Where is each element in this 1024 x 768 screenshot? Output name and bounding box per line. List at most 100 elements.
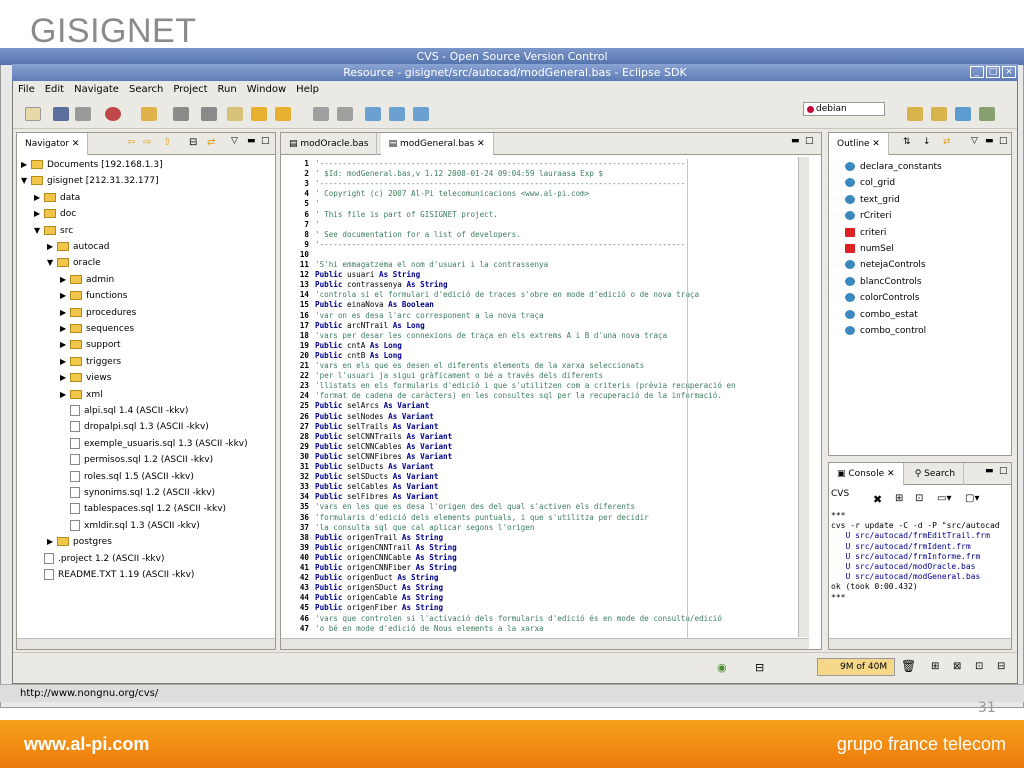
view-menu-icon[interactable]: ▽ <box>231 136 238 146</box>
tree-item[interactable]: ▶ support <box>60 337 121 353</box>
outline-view-menu-icon[interactable]: ▽ <box>971 136 978 146</box>
code-editor[interactable]: 1 '--------------------------------------… <box>283 159 801 635</box>
tree-item[interactable]: ▼ src <box>34 223 73 239</box>
tree-item[interactable]: ▶ autocad <box>47 239 109 255</box>
collapsed-icon[interactable]: ▶ <box>60 387 70 403</box>
pin-console-icon[interactable]: ⊡ <box>915 493 923 504</box>
tree-item[interactable]: ▼ oracle <box>47 255 101 271</box>
menu-help[interactable]: Help <box>291 81 324 98</box>
tree-item[interactable]: README.TXT 1.19 (ASCII -kkv) <box>34 567 194 583</box>
perspective-icon[interactable] <box>907 107 923 121</box>
outline-item[interactable]: blancControls <box>845 274 922 290</box>
collapsed-icon[interactable]: ▶ <box>47 239 57 255</box>
next-annotation-icon[interactable] <box>173 107 189 121</box>
collapsed-icon[interactable]: ▶ <box>60 272 70 288</box>
collapse-all-icon[interactable]: ⊟ <box>189 137 197 148</box>
trash-icon[interactable]: 🗑 <box>901 659 916 673</box>
search-icon[interactable] <box>105 107 121 121</box>
menu-navigate[interactable]: Navigate <box>69 81 124 98</box>
outline-item[interactable]: colorControls <box>845 290 919 306</box>
scroll-lock-icon[interactable]: ⊞ <box>895 493 903 504</box>
compare-icon[interactable] <box>313 107 329 121</box>
outline-item[interactable]: col_grid <box>845 175 895 191</box>
menu-run[interactable]: Run <box>213 81 242 98</box>
console-scrollbar-h[interactable] <box>829 638 1011 649</box>
nav-forward-icon[interactable]: ⇨ <box>143 137 151 148</box>
collapsed-icon[interactable]: ▶ <box>60 354 70 370</box>
tree-item[interactable]: synonims.sql 1.2 (ASCII -kkv) <box>60 485 215 501</box>
tree-item[interactable]: ▶ doc <box>34 206 76 222</box>
nav-back-icon[interactable]: ⇦ <box>127 137 135 148</box>
display-console-icon[interactable]: ▭▾ <box>937 493 951 504</box>
fast-view-icon-2[interactable]: ⊠ <box>953 661 961 672</box>
tab-navigator[interactable]: Navigator ✕ <box>17 133 89 155</box>
prev-annotation-icon[interactable] <box>201 107 217 121</box>
outline-item[interactable]: combo_control <box>845 323 926 339</box>
sort-alpha-icon[interactable]: ↓ <box>923 137 931 147</box>
tree-item[interactable]: ▶ procedures <box>60 305 136 321</box>
minimize-button[interactable]: _ <box>970 66 984 78</box>
tab-outline[interactable]: Outline ✕ <box>829 133 889 155</box>
tree-item[interactable]: ▶ triggers <box>60 354 121 370</box>
back-icon[interactable] <box>251 107 267 121</box>
tree-item[interactable]: ▼ gisignet [212.31.32.177] <box>21 173 159 189</box>
menu-project[interactable]: Project <box>168 81 212 98</box>
tree-item[interactable]: exemple_usuaris.sql 1.3 (ASCII -kkv) <box>60 436 248 452</box>
tree-item[interactable]: ▶ postgres <box>47 534 112 550</box>
collapsed-icon[interactable]: ▶ <box>60 305 70 321</box>
debian-address-field[interactable]: debian <box>803 102 885 116</box>
print-icon[interactable] <box>75 107 91 121</box>
tree-item[interactable]: dropalpi.sql 1.3 (ASCII -kkv) <box>60 419 209 435</box>
fast-view-icon-1[interactable]: ⊞ <box>931 661 939 672</box>
tree-item[interactable]: permisos.sql 1.2 (ASCII -kkv) <box>60 452 213 468</box>
tab-search[interactable]: ⚲ Search <box>907 463 965 485</box>
outline-maximize-icon[interactable]: □ <box>999 136 1008 146</box>
tab-console[interactable]: ▣ Console ✕ <box>829 463 904 485</box>
perspective-team-icon[interactable] <box>979 107 995 121</box>
expanded-icon[interactable]: ▼ <box>47 255 57 271</box>
expanded-icon[interactable]: ▼ <box>21 173 31 189</box>
collapsed-icon[interactable]: ▶ <box>34 206 44 222</box>
outline-item[interactable]: numSel <box>845 241 894 257</box>
tree-item[interactable]: ▶ sequences <box>60 321 134 337</box>
new-icon[interactable] <box>25 107 41 121</box>
fast-view-icon-4[interactable]: ⊟ <box>997 661 1005 672</box>
outline-item[interactable]: combo_estat <box>845 307 918 323</box>
navigator-scrollbar-h[interactable] <box>17 638 275 649</box>
tree-item[interactable]: ▶ views <box>60 370 111 386</box>
collapsed-icon[interactable]: ▶ <box>34 190 44 206</box>
tree-item[interactable]: alpi.sql 1.4 (ASCII -kkv) <box>60 403 188 419</box>
outline-item[interactable]: rCriteri <box>845 208 891 224</box>
open-console-icon[interactable]: ▢▾ <box>965 493 979 504</box>
maximize-view-icon[interactable]: □ <box>261 136 270 146</box>
tree-item[interactable]: ▶ admin <box>60 272 114 288</box>
maximize-button[interactable]: □ <box>986 66 1000 78</box>
commit-icon[interactable] <box>389 107 405 121</box>
menu-search[interactable]: Search <box>124 81 168 98</box>
outline-item[interactable]: text_grid <box>845 192 900 208</box>
tree-item[interactable]: ▶ functions <box>60 288 127 304</box>
collapsed-icon[interactable]: ▶ <box>60 337 70 353</box>
link-editor-icon[interactable]: ⇄ <box>207 137 215 148</box>
replace-icon[interactable] <box>337 107 353 121</box>
tab-modgeneral[interactable]: ▤ modGeneral.bas ✕ <box>380 133 494 155</box>
new-view-icon[interactable]: ⊟ <box>755 661 764 674</box>
pencil-icon[interactable] <box>141 107 157 121</box>
forward-icon[interactable] <box>275 107 291 121</box>
filter-icon[interactable]: ⇄ <box>943 137 951 147</box>
perspective-resource-icon[interactable] <box>931 107 947 121</box>
collapsed-icon[interactable]: ▶ <box>60 321 70 337</box>
editor-maximize-icon[interactable]: □ <box>805 136 814 146</box>
outline-minimize-icon[interactable]: ▬ <box>985 136 994 146</box>
minimize-view-icon[interactable]: ▬ <box>247 136 256 146</box>
outline-item[interactable]: netejaControls <box>845 257 926 273</box>
last-edit-icon[interactable] <box>227 107 243 121</box>
tree-item[interactable]: .project 1.2 (ASCII -kkv) <box>34 551 164 567</box>
console-minimize-icon[interactable]: ▬ <box>985 466 994 476</box>
collapsed-icon[interactable]: ▶ <box>60 370 70 386</box>
collapsed-icon[interactable]: ▶ <box>21 157 31 173</box>
close-button[interactable]: × <box>1002 66 1016 78</box>
fast-view-icon-3[interactable]: ⊡ <box>975 661 983 672</box>
console-maximize-icon[interactable]: □ <box>999 466 1008 476</box>
outline-item[interactable]: criteri <box>845 225 886 241</box>
